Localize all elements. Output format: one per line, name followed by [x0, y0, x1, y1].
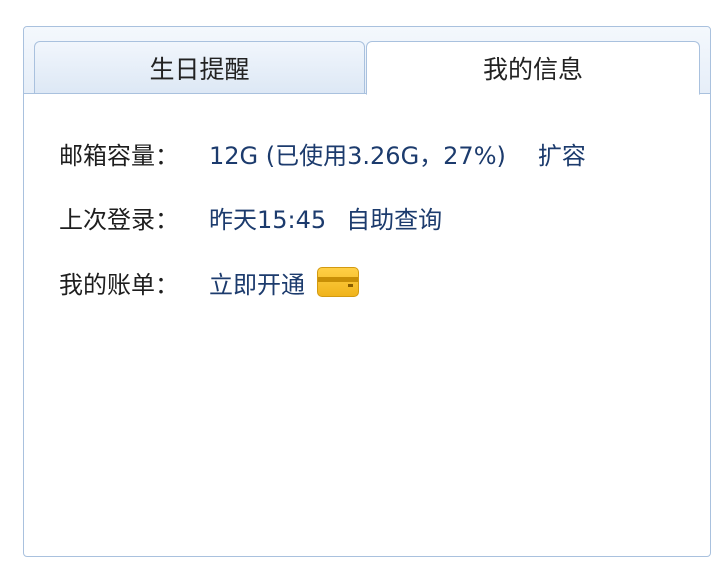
self-service-query-link[interactable]: 自助查询 [346, 200, 442, 235]
expand-storage-link[interactable]: 扩容 [538, 136, 586, 171]
tab-label: 生日提醒 [149, 54, 250, 84]
last-login-label: 上次登录： [59, 205, 179, 234]
last-login-value: 昨天15:45 [209, 205, 327, 234]
bill-label: 我的账单： [59, 270, 179, 299]
last-login-row: 上次登录： 昨天15:45 自助查询 [59, 200, 442, 234]
activate-bill-link[interactable]: 立即开通 [209, 265, 305, 300]
tab-bar: 生日提醒 我的信息 [24, 27, 710, 95]
tab-birthday-reminder[interactable]: 生日提醒 [34, 41, 365, 94]
storage-value: 12G (已使用3.26G，27%) [209, 141, 506, 170]
tab-my-info[interactable]: 我的信息 [366, 41, 700, 95]
storage-label: 邮箱容量： [59, 141, 179, 170]
my-info-panel: 生日提醒 我的信息 邮箱容量： 12G (已使用3.26G，27%) 扩容 上次… [23, 26, 711, 557]
card-icon[interactable] [317, 267, 359, 297]
storage-row: 邮箱容量： 12G (已使用3.26G，27%) 扩容 [59, 136, 586, 170]
bill-row: 我的账单： 立即开通 [59, 265, 359, 299]
tab-label: 我的信息 [482, 55, 583, 84]
